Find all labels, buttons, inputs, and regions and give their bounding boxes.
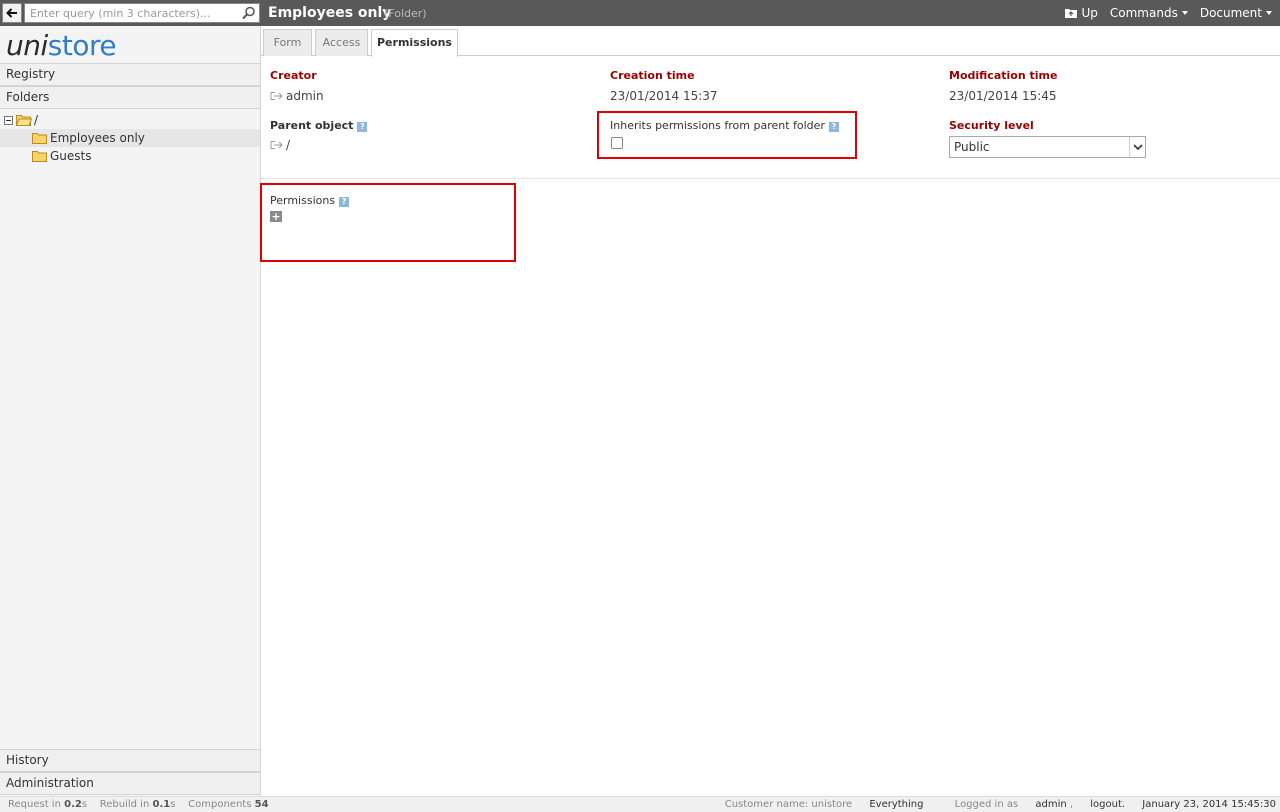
folder-open-icon: [16, 115, 32, 126]
request-unit: s: [81, 799, 88, 810]
parent-object-link[interactable]: /: [286, 137, 290, 153]
rebuild-label: Rebuild in: [99, 799, 150, 810]
back-button[interactable]: [2, 3, 22, 23]
parent-object-label-text: Parent object: [270, 119, 354, 132]
section-divider: [261, 178, 1280, 179]
security-level-select[interactable]: Public: [949, 136, 1146, 158]
page-type: (Folder): [384, 7, 427, 20]
inherits-label-text: Inherits permissions from parent folder: [610, 119, 825, 132]
document-menu[interactable]: Document: [1200, 6, 1272, 20]
modification-time-value: 23/01/2014 15:45: [949, 89, 1057, 103]
logo: unistore: [6, 29, 117, 63]
help-icon[interactable]: ?: [828, 122, 839, 132]
chevron-down-icon: [1129, 137, 1145, 157]
top-nav: Up Commands Document: [1065, 6, 1272, 20]
request-label: Request in: [8, 799, 61, 810]
rebuild-unit: s: [170, 799, 176, 810]
search-box: [24, 3, 260, 23]
up-label: Up: [1081, 6, 1098, 20]
inherits-checkbox[interactable]: [611, 137, 623, 149]
folder-icon: [32, 151, 47, 162]
tree-item-root[interactable]: /: [0, 111, 260, 129]
status-bar: Request in 0.2s Rebuild in 0.1s Componen…: [0, 796, 1280, 812]
document-label: Document: [1199, 6, 1262, 20]
modification-time-label: Modification time: [949, 69, 1058, 82]
tree-item-employees-only[interactable]: Employees only: [0, 129, 260, 147]
tab-bar: Form Access Permissions: [261, 26, 1280, 57]
up-button[interactable]: Up: [1065, 6, 1098, 20]
creation-time-label: Creation time: [610, 69, 695, 82]
folder-up-icon: [1065, 9, 1078, 18]
creator-label: Creator: [270, 69, 317, 82]
user-link[interactable]: admin: [1035, 799, 1066, 810]
creation-time-value: 23/01/2014 15:37: [610, 89, 718, 103]
caret-down-icon: [1266, 11, 1272, 15]
folder-tree: / Employees only Guests: [0, 111, 260, 165]
collapse-icon[interactable]: [4, 116, 13, 125]
tab-access[interactable]: Access: [315, 29, 368, 56]
search-icon[interactable]: [242, 6, 256, 20]
top-bar: Employees only (Folder) Up Commands Docu…: [0, 0, 1280, 26]
search-input[interactable]: [25, 4, 235, 22]
tab-permissions[interactable]: Permissions: [371, 29, 458, 57]
sidebar: unistore Registry Folders / Employees on…: [0, 26, 261, 796]
creator-link[interactable]: admin: [286, 88, 324, 104]
folder-icon: [32, 133, 47, 144]
logo-uni: uni: [6, 29, 48, 62]
tree-label: Employees only: [50, 131, 145, 145]
login-info: Logged in as admin , logout.: [954, 799, 1126, 810]
help-icon[interactable]: ?: [339, 197, 350, 207]
components-value: 54: [254, 799, 269, 810]
logo-store: store: [47, 29, 117, 62]
status-metrics: Request in 0.2s Rebuild in 0.1s Componen…: [8, 797, 269, 812]
security-level-label: Security level: [949, 119, 1034, 132]
commands-menu[interactable]: Commands: [1110, 6, 1188, 20]
commands-label: Commands: [1109, 6, 1178, 20]
security-level-value: Public: [954, 140, 990, 154]
sidebar-section-history[interactable]: History: [0, 749, 260, 772]
customer-name: Customer name: unistore: [724, 799, 853, 810]
tab-form[interactable]: Form: [263, 29, 312, 56]
tree-label: /: [34, 113, 39, 127]
parent-object-label: Parent object?: [270, 119, 368, 133]
everything-link[interactable]: Everything: [869, 799, 923, 810]
link-arrow-icon: [270, 141, 283, 149]
rebuild-value: 0.1: [152, 799, 171, 810]
permissions-label: Permissions?: [270, 194, 350, 208]
tree-label: Guests: [50, 149, 92, 163]
tree-item-guests[interactable]: Guests: [0, 147, 260, 165]
arrow-left-icon: [6, 8, 17, 18]
page-title: Employees only: [268, 5, 392, 21]
sidebar-section-registry[interactable]: Registry: [0, 63, 260, 86]
logged-in-label: Logged in as: [954, 799, 1019, 810]
status-info: Customer name: unistore Everything Logge…: [711, 797, 1276, 812]
components-label: Components: [188, 799, 252, 810]
permissions-label-text: Permissions: [270, 194, 336, 207]
sidebar-section-folders[interactable]: Folders: [0, 86, 260, 109]
datetime: January 23, 2014 15:45:30: [1142, 799, 1276, 810]
help-icon[interactable]: ?: [357, 122, 368, 132]
add-permission-button[interactable]: +: [270, 211, 282, 222]
sidebar-section-administration[interactable]: Administration: [0, 772, 260, 795]
link-arrow-icon: [270, 92, 283, 100]
logout-link[interactable]: logout.: [1090, 799, 1125, 810]
inherits-label: Inherits permissions from parent folder?: [610, 119, 839, 133]
request-value: 0.2: [64, 799, 82, 810]
caret-down-icon: [1181, 11, 1188, 15]
